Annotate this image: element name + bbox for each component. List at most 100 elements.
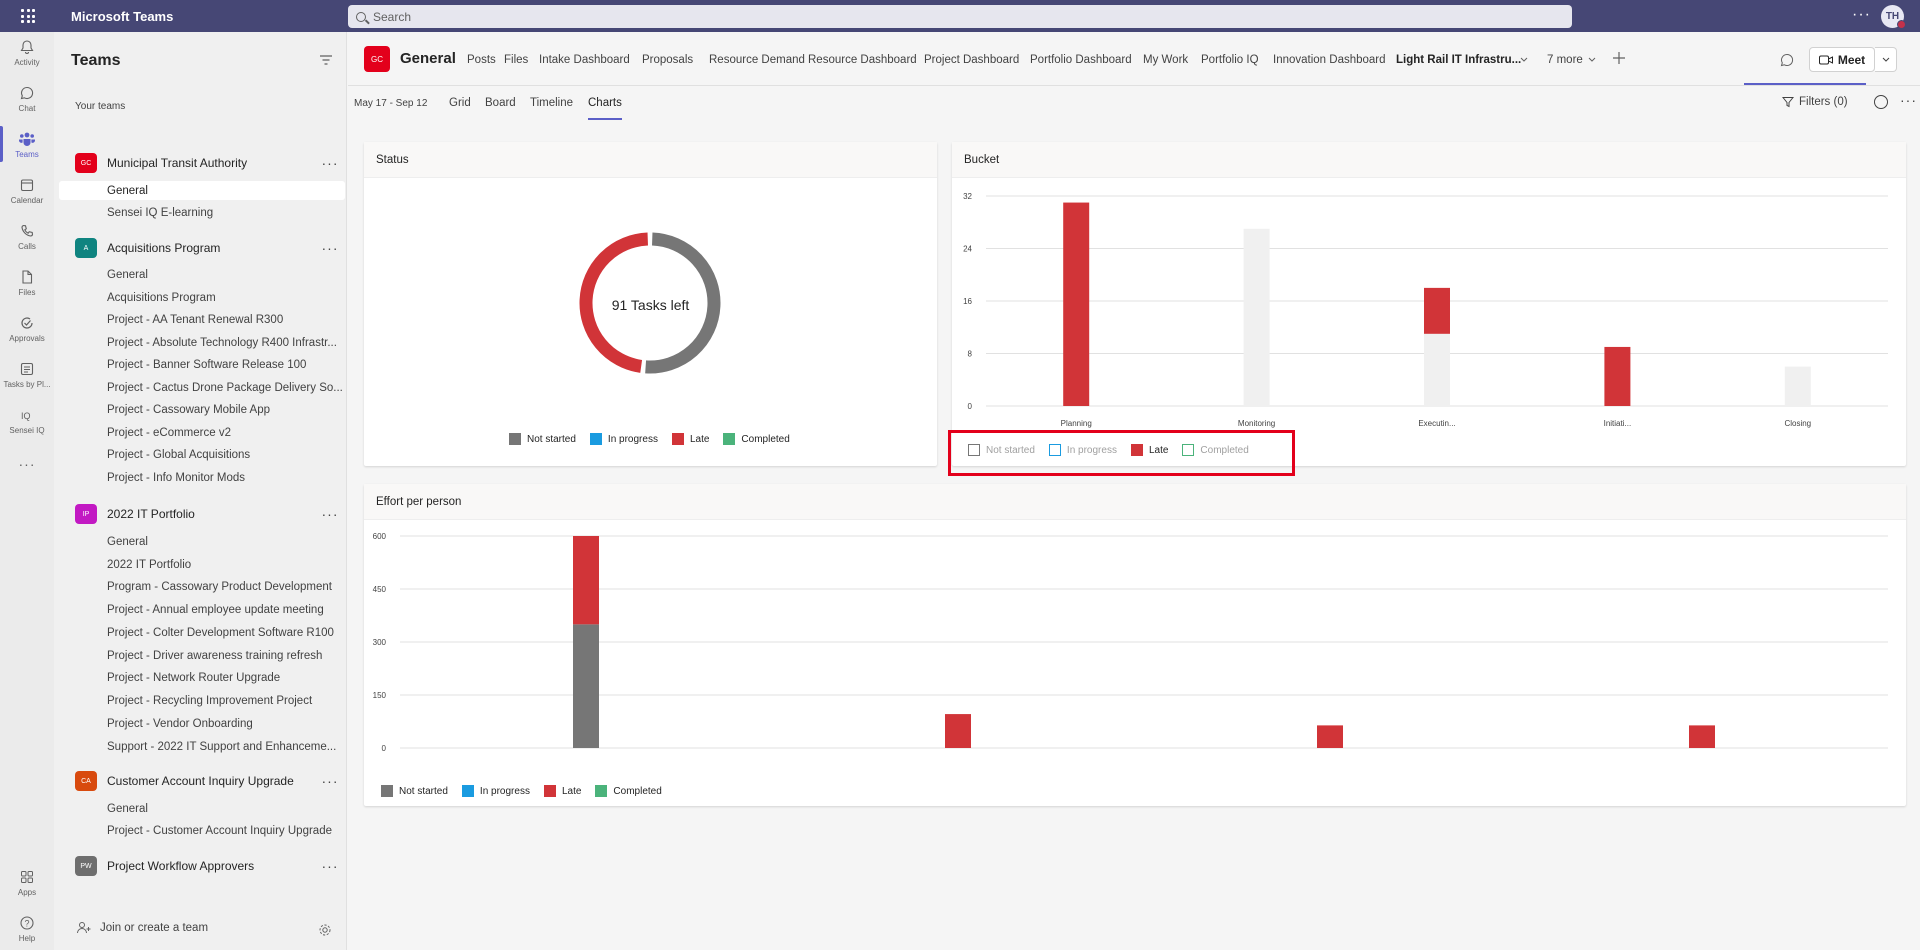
legend-in-progress[interactable]: In progress	[589, 433, 658, 445]
conversation-icon[interactable]	[1780, 53, 1794, 67]
team-more-icon[interactable]: ···	[315, 240, 345, 256]
channel-item[interactable]: Project - Recycling Improvement Project	[107, 691, 345, 710]
channel-item[interactable]: Project - eCommerce v2	[107, 423, 345, 442]
team-more-icon[interactable]: ···	[315, 858, 345, 874]
tab-my-work[interactable]: My Work	[1143, 54, 1188, 66]
channel-item[interactable]: General	[59, 181, 345, 200]
channel-item[interactable]: Acquisitions Program	[107, 288, 345, 307]
view-tab-grid[interactable]: Grid	[449, 97, 471, 109]
channel-item[interactable]: Support - 2022 IT Support and Enhanceme.…	[107, 737, 345, 756]
bar-late[interactable]	[1424, 287, 1450, 334]
channel-item[interactable]: Project - AA Tenant Renewal R300	[107, 310, 345, 329]
rail-calendar[interactable]: Calendar	[0, 176, 54, 205]
legend-late[interactable]: Late	[543, 785, 581, 797]
channel-item[interactable]: 2022 IT Portfolio	[107, 555, 345, 574]
channel-item[interactable]: Program - Cassowary Product Development	[107, 577, 345, 596]
view-tab-charts[interactable]: Charts	[588, 97, 622, 109]
view-tab-timeline[interactable]: Timeline	[530, 97, 573, 109]
view-tab-board[interactable]: Board	[485, 97, 516, 109]
rail-calls[interactable]: Calls	[0, 222, 54, 251]
team-item[interactable]: IP 2022 IT Portfolio ···	[75, 503, 345, 525]
team-more-icon[interactable]: ···	[315, 506, 345, 522]
legend-in-progress[interactable]: In progress	[461, 785, 530, 797]
team-item[interactable]: PW Project Workflow Approvers ···	[75, 855, 345, 877]
bar-late[interactable]	[1063, 202, 1090, 406]
meet-options-button[interactable]	[1875, 47, 1897, 72]
add-tab-icon[interactable]	[1613, 52, 1625, 64]
channel-item[interactable]: Project - Colter Development Software R1…	[107, 623, 345, 642]
more-options-icon[interactable]: ···	[1852, 6, 1871, 24]
bar-late[interactable]	[1604, 346, 1631, 406]
filter-icon[interactable]	[319, 54, 333, 66]
bar-not-started[interactable]	[1424, 333, 1450, 406]
team-item[interactable]: CA Customer Account Inquiry Upgrade ···	[75, 770, 345, 792]
emoji-icon[interactable]	[1874, 95, 1888, 109]
channel-item[interactable]: Project - Vendor Onboarding	[107, 714, 345, 733]
bar-not-started[interactable]	[1243, 228, 1270, 406]
channel-item[interactable]: General	[107, 799, 345, 818]
join-or-create-team-button[interactable]: Join or create a team	[76, 921, 208, 935]
channel-item[interactable]: General	[107, 532, 345, 551]
tab-portfolio-dashboard[interactable]: Portfolio Dashboard	[1030, 54, 1132, 66]
rail-tasks[interactable]: Tasks by Pl...	[0, 360, 54, 389]
tab-intake-dashboard[interactable]: Intake Dashboard	[539, 54, 630, 66]
channel-item[interactable]: Project - Info Monitor Mods	[107, 468, 345, 487]
legend-not-started[interactable]: Not started	[509, 433, 576, 445]
bar-late[interactable]	[573, 536, 599, 625]
tab-posts[interactable]: Posts	[467, 54, 496, 66]
search-input[interactable]: Search	[348, 5, 1572, 28]
meet-button[interactable]: Meet	[1809, 47, 1875, 72]
rail-help[interactable]: ? Help	[0, 914, 54, 943]
tab-innovation-dashboard[interactable]: Innovation Dashboard	[1273, 54, 1386, 66]
rail-teams[interactable]: Teams	[0, 126, 54, 162]
rail-approvals[interactable]: Approvals	[0, 314, 54, 343]
bar-not-started[interactable]	[1784, 366, 1811, 406]
team-item[interactable]: GC Municipal Transit Authority ···	[75, 152, 345, 174]
team-more-icon[interactable]: ···	[315, 773, 345, 789]
legend-late[interactable]: Late	[671, 433, 709, 445]
bar-late[interactable]	[945, 714, 971, 748]
channel-item[interactable]: Project - Absolute Technology R400 Infra…	[107, 333, 345, 352]
gear-icon[interactable]	[318, 923, 332, 937]
bar-late[interactable]	[1317, 725, 1343, 748]
tab-resource-demand[interactable]: Resource Demand	[709, 54, 805, 66]
rail-chat[interactable]: Chat	[0, 84, 54, 113]
channel-item[interactable]: Project - Network Router Upgrade	[107, 668, 345, 687]
legend-completed[interactable]: Completed	[595, 785, 662, 797]
rail-files[interactable]: Files	[0, 268, 54, 297]
channel-item[interactable]: Project - Cassowary Mobile App	[107, 400, 345, 419]
channel-item[interactable]: Project - Driver awareness training refr…	[107, 646, 345, 665]
filters-button[interactable]: Filters (0)	[1782, 96, 1848, 108]
bar-late[interactable]	[1689, 725, 1715, 748]
more-options-icon[interactable]: ···	[1900, 92, 1917, 108]
tab-more[interactable]: 7 more	[1547, 54, 1583, 66]
rail-activity[interactable]: Activity	[0, 38, 54, 67]
tab-files[interactable]: Files	[504, 54, 528, 66]
tab-light-rail[interactable]: Light Rail IT Infrastru...	[1396, 54, 1521, 66]
app-launcher-icon[interactable]	[0, 0, 56, 32]
tab-portfolio-iq[interactable]: Portfolio IQ	[1201, 54, 1259, 66]
team-more-icon[interactable]: ···	[315, 155, 345, 171]
team-item[interactable]: A Acquisitions Program ···	[75, 237, 345, 259]
tab-project-dashboard[interactable]: Project Dashboard	[924, 54, 1019, 66]
tab-resource-dashboard[interactable]: Resource Dashboard	[808, 54, 917, 66]
channel-item[interactable]: Sensei IQ E-learning	[107, 203, 345, 222]
chevron-down-icon[interactable]	[1588, 57, 1596, 63]
user-avatar[interactable]: TH	[1881, 5, 1906, 29]
rail-apps[interactable]: Apps	[0, 868, 54, 897]
rail-more-apps-icon[interactable]: ···	[0, 456, 54, 472]
channel-item[interactable]: Project - Customer Account Inquiry Upgra…	[107, 821, 345, 840]
legend-not-started[interactable]: Not started	[381, 785, 448, 797]
channel-item[interactable]: Project - Annual employee update meeting	[107, 600, 345, 619]
active-view-indicator	[588, 118, 622, 120]
tab-proposals[interactable]: Proposals	[642, 54, 693, 66]
chevron-down-icon[interactable]	[1520, 57, 1528, 63]
bar-not-started[interactable]	[573, 624, 599, 748]
channel-item[interactable]: Project - Banner Software Release 100	[107, 355, 345, 374]
channel-item[interactable]: Project - Global Acquisitions	[107, 445, 345, 464]
search-placeholder: Search	[373, 9, 412, 24]
channel-item[interactable]: Project - Cactus Drone Package Delivery …	[107, 378, 345, 397]
channel-item[interactable]: General	[107, 265, 345, 284]
rail-sensei-iq[interactable]: IQ Sensei IQ	[0, 406, 54, 435]
legend-completed[interactable]: Completed	[723, 433, 790, 445]
